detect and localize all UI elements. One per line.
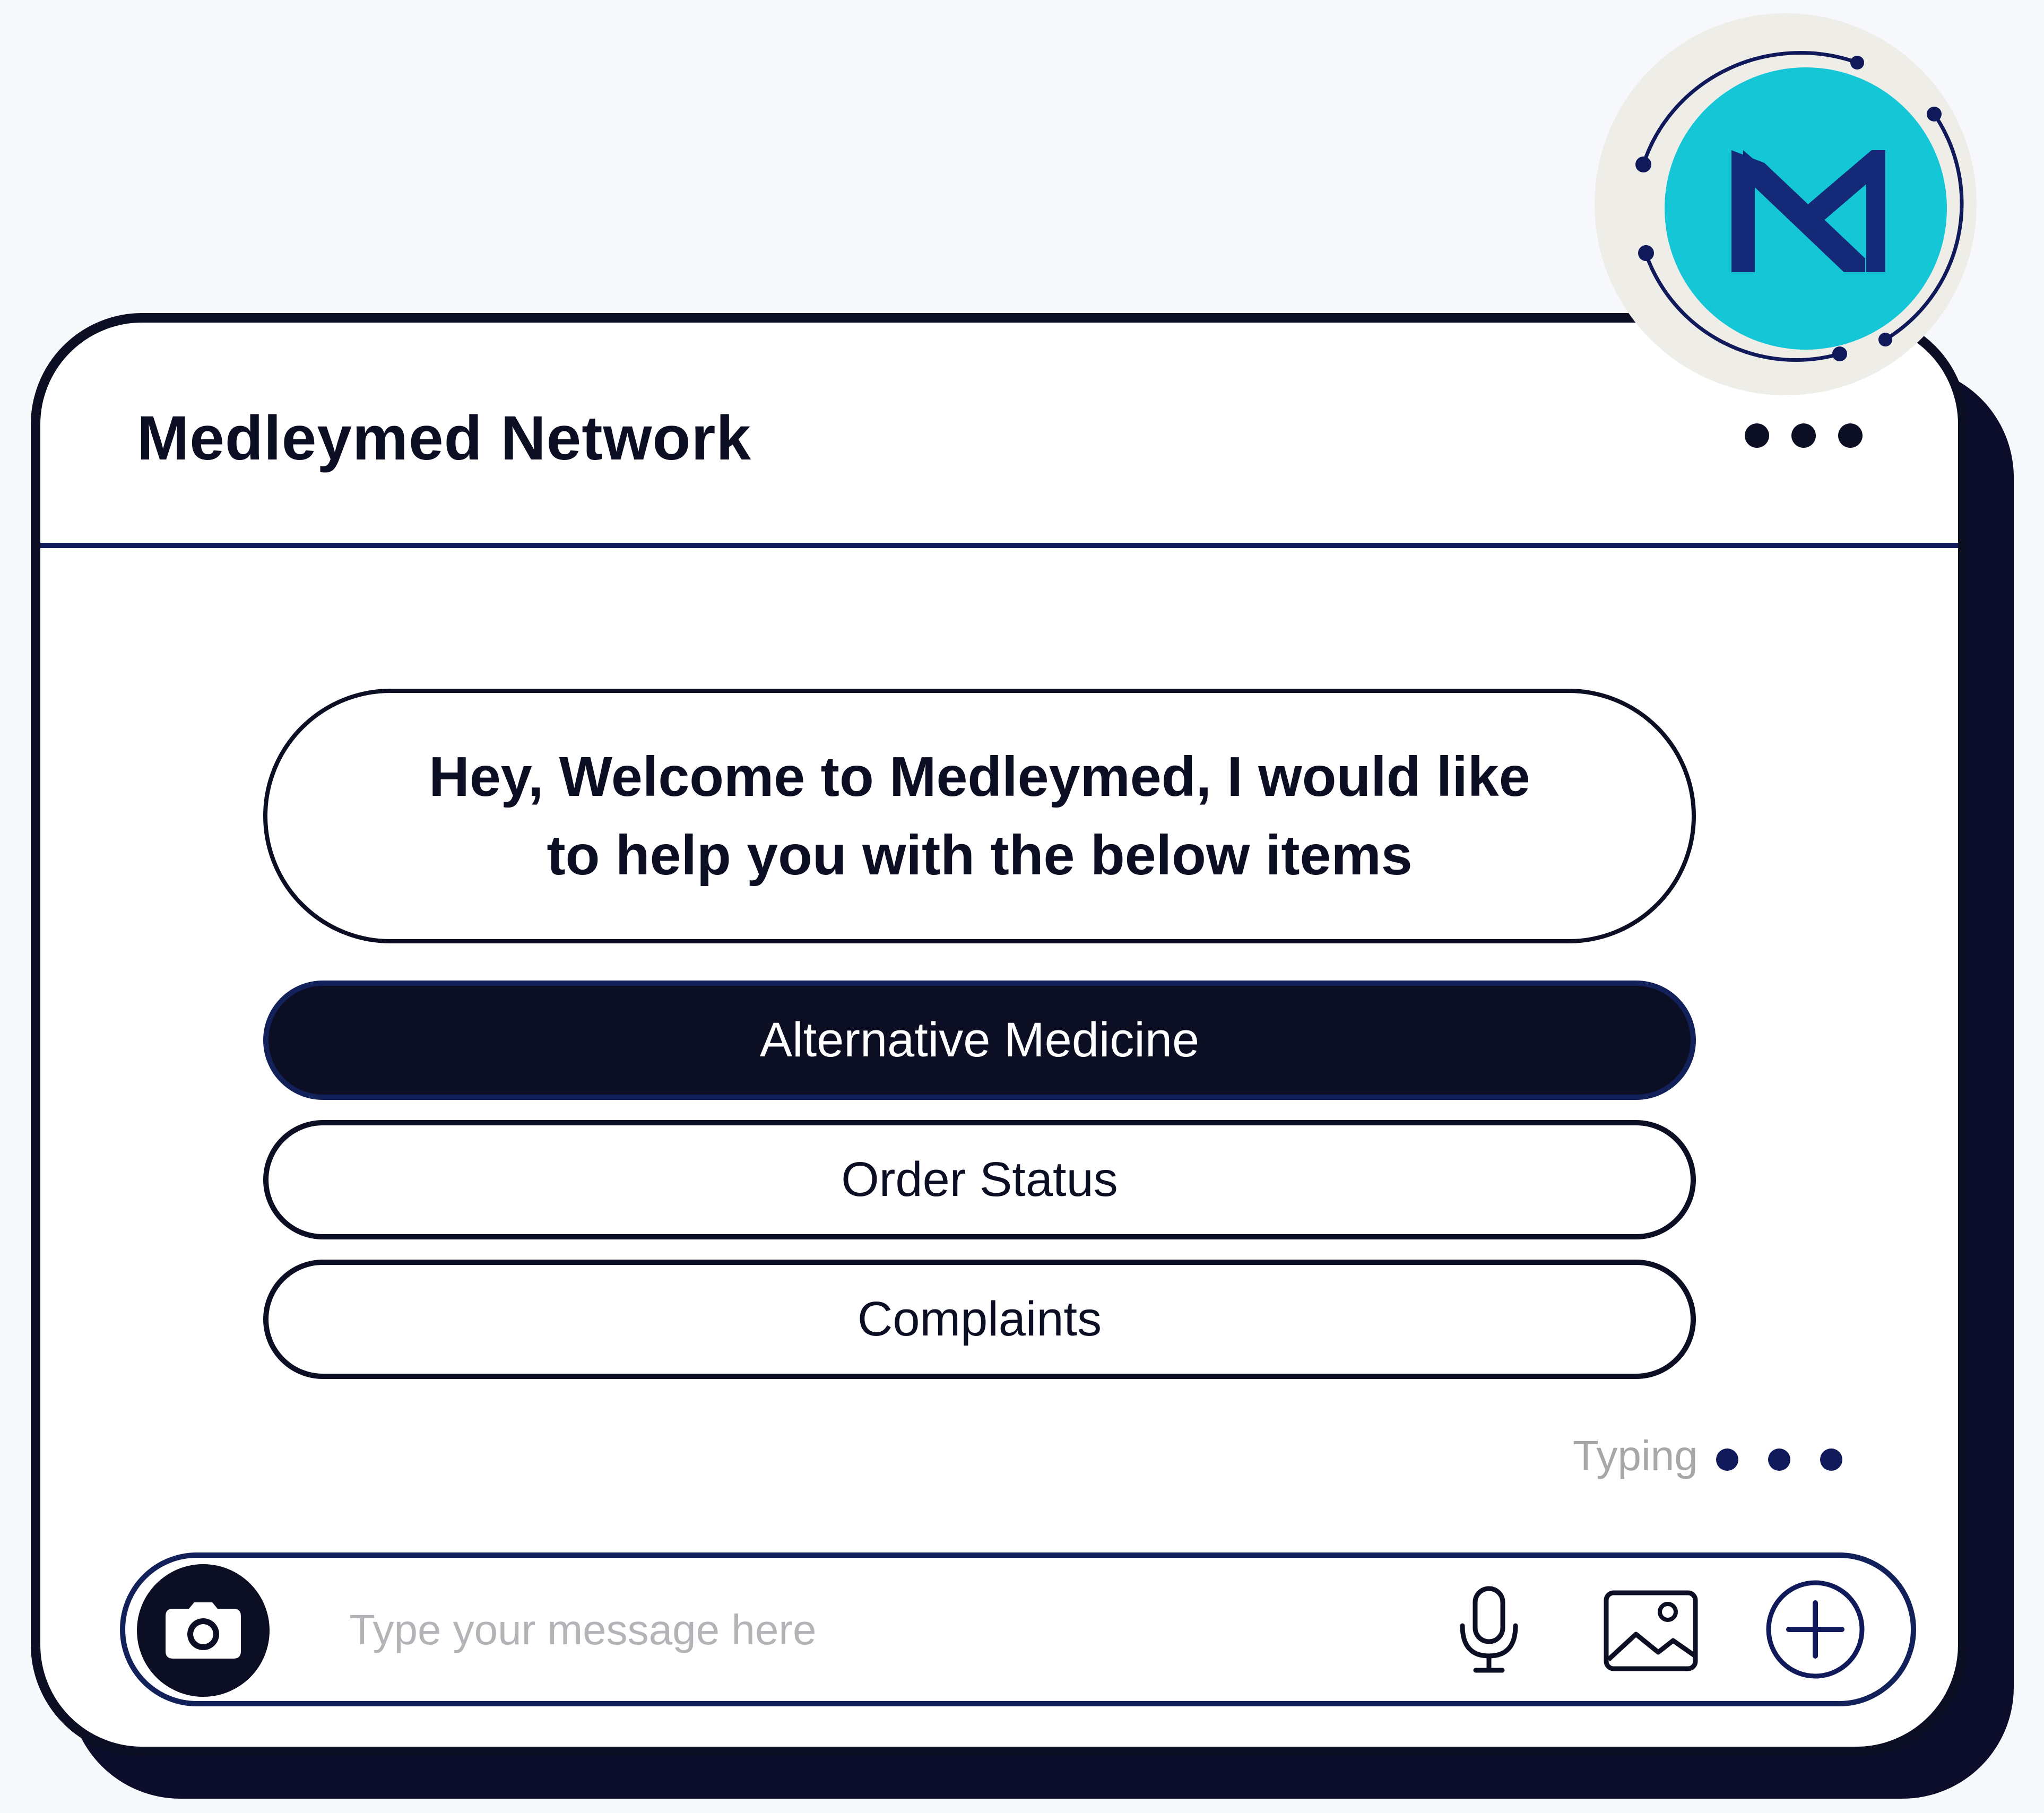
chat-title: Medleymed Network	[137, 403, 751, 473]
option-label: Order Status	[841, 1152, 1118, 1207]
typing-label: Typing	[1573, 1432, 1698, 1479]
image-icon	[1604, 1590, 1698, 1671]
option-label: Complaints	[857, 1292, 1102, 1346]
typing-dots-icon	[1716, 1448, 1842, 1471]
option-complaints[interactable]: Complaints	[263, 1260, 1696, 1379]
camera-button[interactable]	[137, 1564, 270, 1697]
microphone-icon	[1460, 1586, 1518, 1673]
more-dots-icon[interactable]	[1745, 423, 1863, 448]
message-input[interactable]	[348, 1590, 1358, 1670]
option-label: Alternative Medicine	[759, 1013, 1200, 1067]
camera-icon	[166, 1602, 241, 1659]
option-order-status[interactable]: Order Status	[263, 1120, 1696, 1239]
medleymed-m-logo-icon	[1635, 51, 1964, 362]
menu-dot	[1745, 423, 1769, 448]
welcome-message-bubble: Hey, Welcome to Medleymed, I would like …	[263, 689, 1696, 943]
option-alternative-medicine[interactable]: Alternative Medicine	[263, 981, 1696, 1100]
chat-window: Medleymed Network Hey, Welcome to Medley…	[31, 313, 1968, 1756]
typing-dot	[1820, 1448, 1842, 1471]
menu-dot	[1791, 423, 1816, 448]
image-button[interactable]	[1600, 1587, 1701, 1675]
typing-indicator: Typing	[1573, 1432, 1842, 1480]
welcome-message-text: Hey, Welcome to Medleymed, I would like …	[429, 745, 1530, 887]
typing-dot	[1768, 1448, 1790, 1471]
add-button[interactable]	[1762, 1576, 1868, 1682]
message-composer	[120, 1552, 1916, 1706]
menu-dot	[1838, 423, 1863, 448]
typing-dot	[1716, 1448, 1738, 1471]
brand-logo	[1595, 13, 1977, 395]
microphone-button[interactable]	[1449, 1582, 1529, 1677]
header-divider	[40, 543, 1958, 548]
plus-circle-icon	[1766, 1580, 1865, 1679]
